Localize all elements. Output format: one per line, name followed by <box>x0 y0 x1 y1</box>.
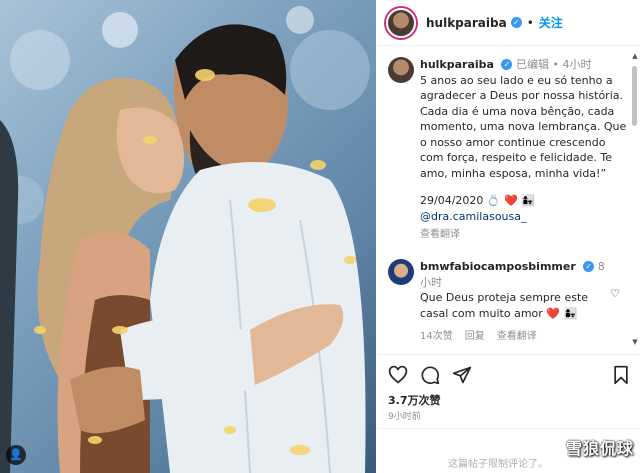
likes-count[interactable]: 3.7万次赞 <box>388 392 441 408</box>
caption-text: 5 anos ao seu lado e eu só tenho a agrad… <box>420 73 627 180</box>
post-caption: hulkparaiba ✓ 已编辑 • 4小时 5 anos ao seu la… <box>388 57 628 243</box>
scrollbar-thumb[interactable] <box>632 66 637 126</box>
heart-emoji-icon: ❤️ <box>504 194 518 207</box>
post-header: hulkparaiba ✓ • 关注 <box>376 0 640 46</box>
family-emoji-icon: 👩‍👧 <box>563 306 578 320</box>
caption-date-line: 29/04/2020 💍 ❤️ 👩‍👧 <box>420 193 628 209</box>
user-tag-icon[interactable]: 👤 <box>6 445 26 465</box>
verified-badge-icon: ✓ <box>510 17 522 28</box>
post-side-panel: hulkparaiba ✓ • 关注 hulkparaiba ✓ 已编辑 • 4… <box>376 0 640 473</box>
edited-label: 已编辑 <box>515 58 549 71</box>
comment-actions: 14次赞 回复 查看翻译 <box>420 327 628 342</box>
post-timestamp[interactable]: 9小时前 <box>388 409 421 422</box>
scroll-down-arrow-icon[interactable]: ▼ <box>631 338 639 346</box>
like-heart-icon[interactable] <box>388 365 408 385</box>
heart-emoji-icon: ❤️ <box>546 306 560 320</box>
watermark-text: 雪狼侃球 <box>565 439 634 458</box>
post-action-bar <box>376 354 640 390</box>
photo-illustration <box>0 6 370 473</box>
commenter-avatar[interactable] <box>388 259 414 285</box>
comment-bubble-icon[interactable] <box>420 365 440 385</box>
ring-icon: 💍 <box>486 194 501 207</box>
caption-avatar[interactable] <box>388 57 414 83</box>
post-photo[interactable]: 👤 <box>0 0 376 473</box>
verified-badge-icon: ✓ <box>583 261 595 272</box>
comment-reply-button[interactable]: 回复 <box>465 327 485 342</box>
commenter-username[interactable]: bmwfabiocampos <box>420 260 528 273</box>
comment-translate-link[interactable]: 查看翻译 <box>497 327 537 342</box>
verified-badge-icon: ✓ <box>501 59 513 70</box>
header-separator: • <box>526 15 534 30</box>
caption-username[interactable]: hulkparaiba <box>420 58 494 71</box>
comment-like-icon[interactable]: ♡ <box>610 287 620 300</box>
mention-link[interactable]: @dra.camilasousa_ <box>420 209 628 225</box>
caption-separator: • <box>552 58 559 71</box>
caption-time[interactable]: 4小时 <box>562 58 591 71</box>
commenter-username-rest[interactable]: bimmer <box>528 260 575 273</box>
author-username[interactable]: hulkparaiba <box>426 16 507 30</box>
caption-date: 29/04/2020 <box>420 194 484 207</box>
comments-scroll-area[interactable]: hulkparaiba ✓ 已编辑 • 4小时 5 anos ao seu la… <box>376 47 640 354</box>
author-avatar[interactable] <box>386 7 416 38</box>
save-bookmark-icon[interactable] <box>612 365 630 385</box>
comments-restricted-notice: 这篇帖子限制评论了。 <box>448 459 548 470</box>
family-emoji-icon: 👩‍👧 <box>521 194 536 207</box>
scroll-up-arrow-icon[interactable]: ▲ <box>631 52 639 60</box>
comment-likes[interactable]: 14次赞 <box>420 327 453 342</box>
follow-button[interactable]: 关注 <box>539 14 563 31</box>
comment-item: bmwfabiocamposbimmer ✓ 8小时 Que Deus prot… <box>388 259 628 342</box>
share-send-icon[interactable] <box>452 365 472 385</box>
caption-translate-link[interactable]: 查看翻译 <box>420 227 628 243</box>
